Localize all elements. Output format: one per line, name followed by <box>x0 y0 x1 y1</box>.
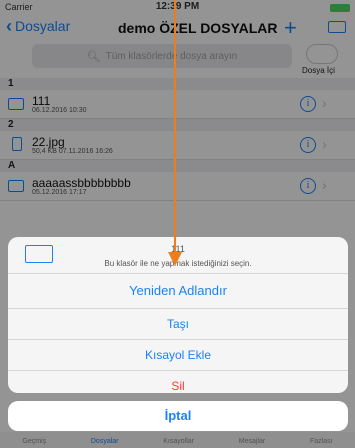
file-browser-screen: Carrier 12:39 PM ‹ Dosyalar demo ÖZEL DO… <box>0 0 355 448</box>
annotation-arrow-icon <box>168 0 182 266</box>
